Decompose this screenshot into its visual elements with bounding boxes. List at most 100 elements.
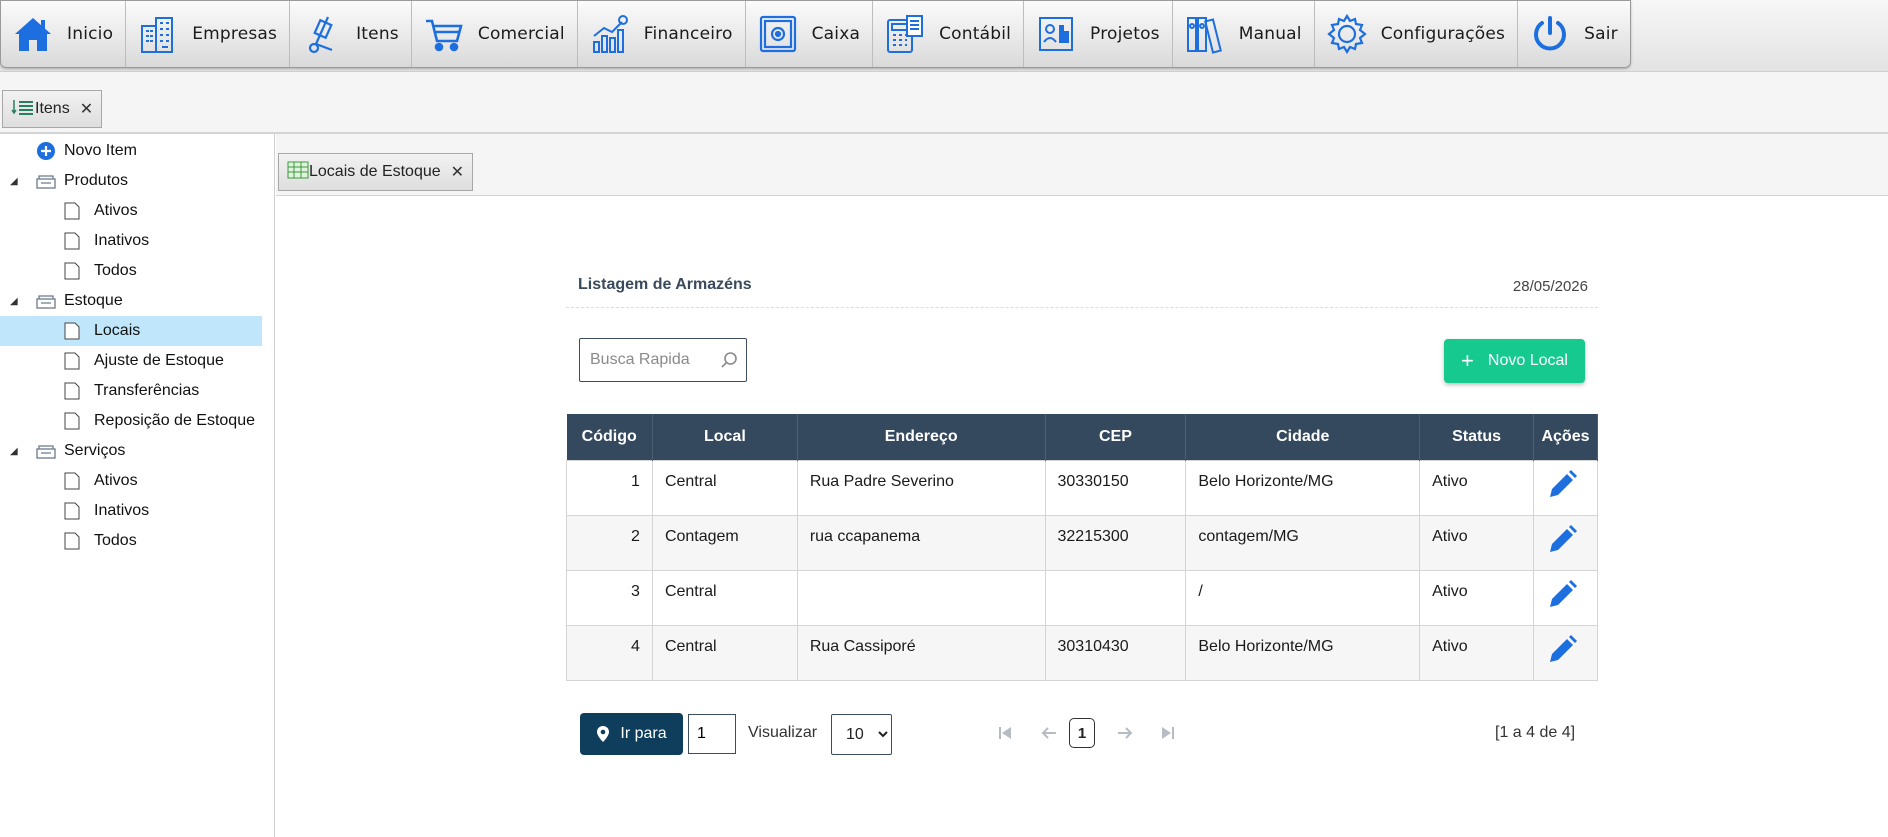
- cell-local: Contagem: [651, 514, 798, 571]
- tree-item-servicos-inativos[interactable]: Inativos: [0, 496, 262, 526]
- locations-table: Código Local Endereço CEP Cidade Status …: [566, 414, 1599, 681]
- column-header-codigo[interactable]: Código: [566, 414, 653, 460]
- tab-locais-de-estoque[interactable]: Locais de Estoque ✕: [278, 153, 474, 191]
- menu-item-financeiro[interactable]: Financeiro: [578, 1, 746, 67]
- document-icon: [64, 322, 84, 342]
- expand-triangle-icon[interactable]: ◢: [10, 446, 18, 457]
- page-size-select[interactable]: 10: [831, 714, 892, 755]
- plus-icon: +: [1461, 348, 1474, 373]
- tree-item-estoque-transferencias[interactable]: Transferências: [0, 376, 262, 406]
- previous-page-icon[interactable]: [1037, 721, 1061, 745]
- list-icon: [11, 98, 35, 121]
- tree-item-produtos-todos[interactable]: Todos: [0, 256, 262, 286]
- tree-item-produtos-ativos[interactable]: Ativos: [0, 196, 262, 226]
- last-page-icon[interactable]: [1156, 721, 1180, 745]
- column-header-status[interactable]: Status: [1419, 414, 1534, 460]
- cell-cidade: contagem/MG: [1185, 514, 1421, 571]
- menu-item-itens[interactable]: Itens: [290, 1, 412, 67]
- tree-label: Novo Item: [64, 142, 137, 159]
- page-number-input[interactable]: [688, 714, 736, 754]
- menu-item-projetos[interactable]: Projetos: [1024, 1, 1173, 67]
- goto-page-button[interactable]: Ir para: [580, 713, 683, 755]
- cell-cep: 32215300: [1044, 514, 1187, 571]
- cell-acoes: [1532, 459, 1599, 516]
- current-page-button[interactable]: 1: [1069, 718, 1095, 748]
- power-icon: [1528, 12, 1572, 56]
- tree-item-estoque[interactable]: ◢ Estoque: [0, 286, 262, 316]
- first-page-icon[interactable]: [993, 721, 1017, 745]
- cell-acoes: [1532, 514, 1599, 571]
- search-icon[interactable]: [720, 351, 738, 374]
- expand-triangle-icon[interactable]: ◢: [10, 176, 18, 187]
- next-page-icon[interactable]: [1113, 721, 1137, 745]
- edit-pencil-icon[interactable]: [1546, 579, 1578, 616]
- cell-cidade: /: [1185, 569, 1421, 626]
- cell-acoes: [1532, 569, 1599, 626]
- gear-icon: [1325, 12, 1369, 56]
- finance-chart-icon: [588, 12, 632, 56]
- tree-item-estoque-reposicao[interactable]: Reposição de Estoque: [0, 406, 262, 436]
- close-icon[interactable]: ✕: [451, 162, 464, 182]
- grid-icon: [287, 161, 309, 184]
- tree-item-novo-item[interactable]: Novo Item: [0, 136, 262, 166]
- safe-icon: [756, 12, 800, 56]
- tree-item-produtos-inativos[interactable]: Inativos: [0, 226, 262, 256]
- tab-label: Locais de Estoque: [309, 163, 441, 180]
- cell-cidade: Belo Horizonte/MG: [1185, 459, 1421, 516]
- document-icon: [64, 262, 84, 282]
- menu-label: Itens: [356, 24, 399, 44]
- add-circle-icon: [36, 141, 56, 161]
- document-icon: [64, 532, 84, 552]
- cell-cep: 30330150: [1044, 459, 1187, 516]
- menu-label: Projetos: [1090, 24, 1160, 44]
- menu-label: Caixa: [811, 24, 861, 44]
- cell-cep: [1044, 569, 1187, 626]
- menu-label: Inicio: [67, 24, 114, 44]
- tree-item-servicos[interactable]: ◢ Serviços: [0, 436, 262, 466]
- button-label: Ir para: [620, 725, 667, 742]
- tree-item-produtos[interactable]: ◢ Produtos: [0, 166, 262, 196]
- cell-endereco: [796, 569, 1046, 626]
- tab-label: Itens: [35, 100, 70, 117]
- tree-item-estoque-ajuste[interactable]: Ajuste de Estoque: [0, 346, 262, 376]
- menu-item-configuracoes[interactable]: Configurações: [1315, 1, 1519, 67]
- column-header-cidade[interactable]: Cidade: [1185, 414, 1421, 460]
- edit-pencil-icon[interactable]: [1546, 524, 1578, 561]
- menu-item-sair[interactable]: Sair: [1518, 1, 1630, 67]
- search-input[interactable]: [590, 351, 720, 369]
- table-row[interactable]: 1 Central Rua Padre Severino 30330150 Be…: [566, 459, 1599, 516]
- folder-tray-icon: [36, 173, 56, 193]
- menu-item-comercial[interactable]: Comercial: [412, 1, 578, 67]
- tree-item-servicos-ativos[interactable]: Ativos: [0, 466, 262, 496]
- tree-label: Ativos: [94, 472, 138, 489]
- cell-endereco: rua ccapanema: [796, 514, 1046, 571]
- menu-label: Financeiro: [643, 24, 733, 44]
- menu-label: Contábil: [939, 24, 1012, 44]
- tree-item-estoque-locais[interactable]: Locais: [0, 316, 262, 346]
- table-row[interactable]: 3 Central / Ativo: [566, 569, 1599, 626]
- project-board-icon: [1034, 12, 1078, 56]
- edit-pencil-icon[interactable]: [1546, 469, 1578, 506]
- cell-acoes: [1532, 624, 1599, 681]
- table-header-row: Código Local Endereço CEP Cidade Status …: [566, 414, 1599, 460]
- menu-label: Empresas: [192, 24, 278, 44]
- menu-item-manual[interactable]: Manual: [1173, 1, 1315, 67]
- top-menu-bar: Inicio Empresas Itens Comercial Financei: [0, 0, 1888, 72]
- table-row[interactable]: 2 Contagem rua ccapanema 32215300 contag…: [566, 514, 1599, 571]
- new-local-button[interactable]: + Novo Local: [1444, 339, 1585, 383]
- table-row[interactable]: 4 Central Rua Cassiporé 30310430 Belo Ho…: [566, 624, 1599, 681]
- menu-item-caixa[interactable]: Caixa: [746, 1, 874, 67]
- tree-item-servicos-todos[interactable]: Todos: [0, 526, 262, 556]
- column-header-cep[interactable]: CEP: [1045, 414, 1187, 460]
- cell-status: Ativo: [1419, 569, 1534, 626]
- expand-triangle-icon[interactable]: ◢: [10, 296, 18, 307]
- column-header-local[interactable]: Local: [652, 414, 798, 460]
- cell-codigo: 2: [566, 514, 653, 571]
- close-icon[interactable]: ✕: [80, 99, 93, 119]
- menu-item-empresas[interactable]: Empresas: [126, 1, 291, 67]
- menu-item-contabil[interactable]: Contábil: [873, 1, 1025, 67]
- edit-pencil-icon[interactable]: [1546, 634, 1578, 671]
- column-header-endereco[interactable]: Endereço: [797, 414, 1046, 460]
- tab-itens[interactable]: Itens ✕: [2, 90, 103, 128]
- menu-item-inicio[interactable]: Inicio: [1, 1, 127, 67]
